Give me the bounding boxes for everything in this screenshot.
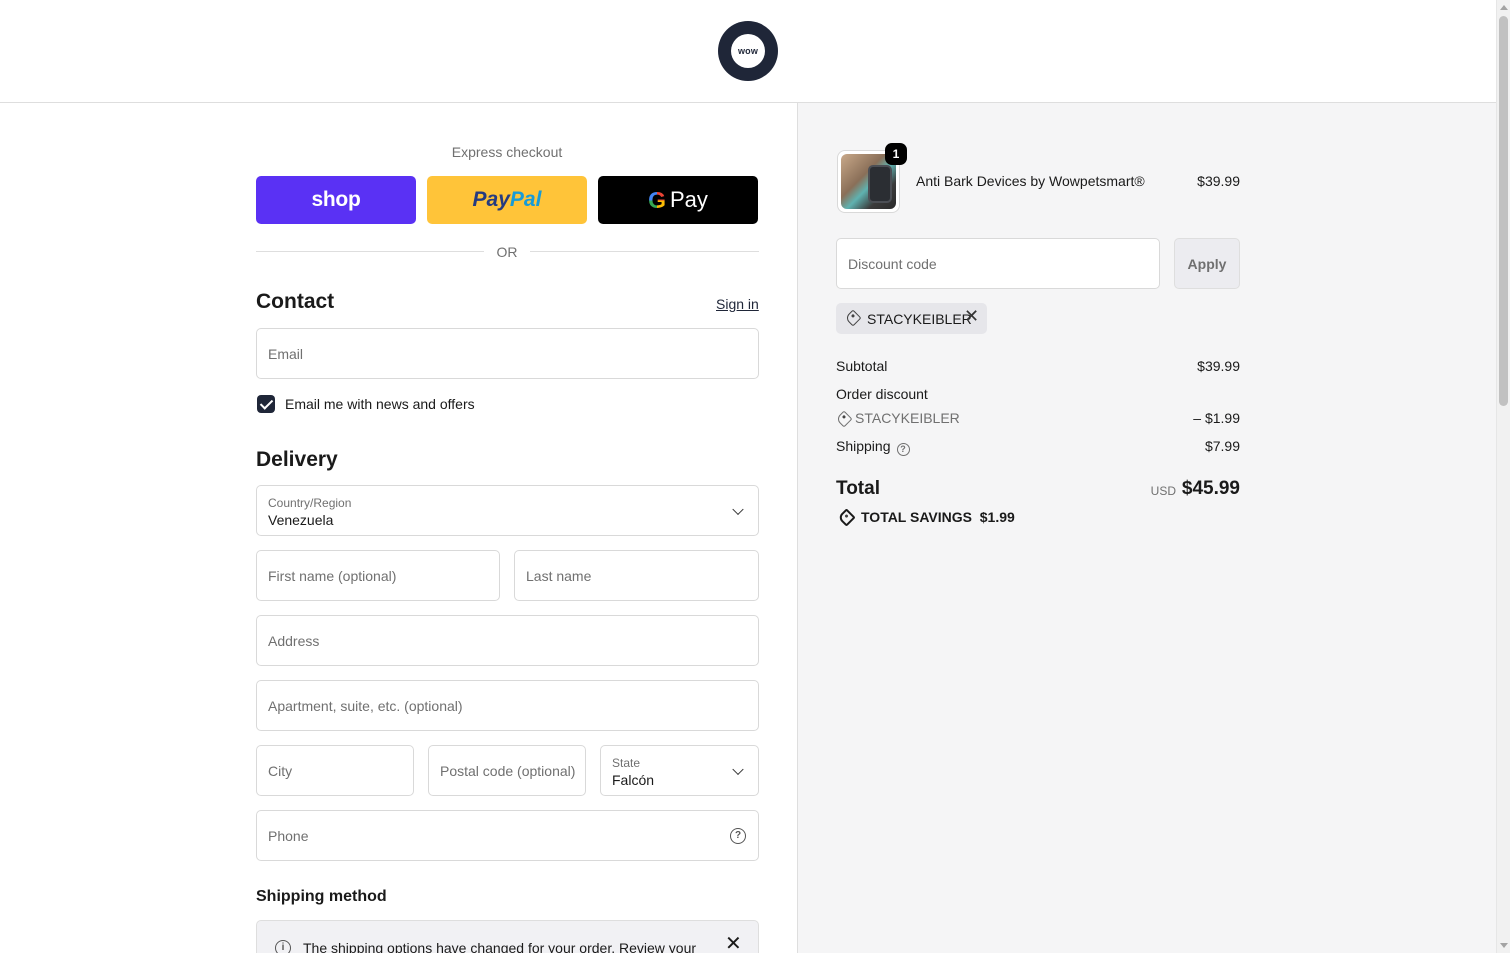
google-g-icon: G bbox=[648, 186, 666, 213]
product-name: Anti Bark Devices by Wowpetsmart® bbox=[916, 173, 1145, 189]
google-pay-button[interactable]: G Pay bbox=[598, 176, 758, 224]
address-placeholder: Address bbox=[268, 632, 320, 649]
savings-label: TOTAL SAVINGS bbox=[861, 509, 972, 525]
paypal-button[interactable]: Pay Pal bbox=[427, 176, 587, 224]
first-name-field[interactable]: First name (optional) bbox=[256, 550, 500, 601]
apartment-field[interactable]: Apartment, suite, etc. (optional) bbox=[256, 680, 759, 731]
total-label: Total bbox=[836, 478, 880, 499]
shipping-row: Shipping? bbox=[836, 438, 910, 456]
paypal-label-part1: Pay bbox=[472, 188, 510, 211]
discount-code-field[interactable]: Discount code bbox=[836, 238, 1160, 289]
savings-value: $1.99 bbox=[979, 509, 1015, 525]
store-logo[interactable]: wow bbox=[718, 21, 778, 81]
question-circle-icon[interactable]: ? bbox=[896, 443, 910, 456]
email-placeholder: Email bbox=[268, 345, 304, 362]
state-value: Falcón bbox=[612, 772, 655, 788]
order-summary-panel bbox=[797, 103, 1496, 953]
or-divider-left bbox=[256, 251, 484, 252]
postal-code-placeholder: Postal code (optional) bbox=[440, 762, 576, 779]
country-select[interactable]: Country/Region Venezuela bbox=[256, 485, 759, 536]
last-name-placeholder: Last name bbox=[526, 567, 592, 584]
shop-pay-button[interactable]: shop bbox=[256, 176, 416, 224]
shipping-method-heading: Shipping method bbox=[256, 888, 387, 905]
total-savings: TOTAL SAVINGS $1.99 bbox=[861, 509, 1015, 525]
shop-pay-label: shop bbox=[311, 188, 361, 211]
or-divider-label: OR bbox=[496, 244, 518, 260]
scroll-down-icon[interactable] bbox=[1500, 943, 1508, 948]
phone-field[interactable]: Phone ? bbox=[256, 810, 759, 861]
apply-discount-button[interactable]: Apply bbox=[1174, 238, 1240, 289]
chevron-down-icon bbox=[732, 503, 744, 515]
contact-heading: Contact bbox=[256, 290, 335, 313]
city-placeholder: City bbox=[268, 762, 293, 779]
newsletter-checkbox[interactable] bbox=[257, 395, 275, 413]
tag-icon bbox=[844, 309, 862, 327]
quantity-badge: 1 bbox=[885, 143, 907, 165]
country-value: Venezuela bbox=[268, 512, 334, 528]
express-checkout-label: Express checkout bbox=[451, 144, 563, 160]
logo-text: wow bbox=[731, 34, 765, 68]
product-device-shape bbox=[868, 165, 892, 203]
close-icon[interactable]: ✕ bbox=[725, 934, 742, 953]
discount-value: – $1.99 bbox=[1193, 410, 1240, 426]
or-divider-right bbox=[530, 251, 759, 252]
first-name-placeholder: First name (optional) bbox=[268, 567, 397, 584]
discount-code-placeholder: Discount code bbox=[848, 255, 937, 272]
notice-text: The shipping options have changed for yo… bbox=[303, 940, 697, 953]
scroll-up-icon[interactable] bbox=[1500, 5, 1508, 10]
discount-code-label: STACYKEIBLER bbox=[855, 410, 960, 426]
newsletter-label: Email me with news and offers bbox=[285, 396, 475, 412]
shipping-label: Shipping bbox=[836, 438, 891, 454]
question-circle-icon[interactable]: ? bbox=[730, 827, 746, 844]
page-scrollbar[interactable] bbox=[1496, 0, 1510, 953]
state-label: State bbox=[612, 756, 641, 770]
header: wow bbox=[0, 0, 1496, 103]
applied-code-text: STACYKEIBLER bbox=[867, 311, 972, 327]
apply-label: Apply bbox=[1187, 255, 1227, 272]
delivery-heading: Delivery bbox=[256, 448, 338, 471]
applied-discount-chip: STACYKEIBLER ✕ bbox=[836, 303, 987, 334]
info-icon: i bbox=[275, 940, 291, 953]
postal-code-field[interactable]: Postal code (optional) bbox=[428, 745, 586, 796]
remove-discount-icon[interactable]: ✕ bbox=[964, 307, 979, 325]
address-field[interactable]: Address bbox=[256, 615, 759, 666]
email-field[interactable]: Email bbox=[256, 328, 759, 379]
google-pay-label: Pay bbox=[669, 187, 708, 212]
state-select[interactable]: State Falcón bbox=[600, 745, 759, 796]
subtotal-label: Subtotal bbox=[836, 358, 888, 374]
last-name-field[interactable]: Last name bbox=[514, 550, 759, 601]
sign-in-link[interactable]: Sign in bbox=[716, 296, 759, 312]
apartment-placeholder: Apartment, suite, etc. (optional) bbox=[268, 697, 463, 714]
scroll-thumb[interactable] bbox=[1499, 16, 1508, 406]
shipping-value: $7.99 bbox=[1204, 438, 1240, 454]
order-discount-label: Order discount bbox=[836, 386, 928, 402]
chevron-down-icon bbox=[732, 763, 744, 775]
shipping-change-notice: i The shipping options have changed for … bbox=[256, 920, 759, 953]
paypal-label-part2: Pal bbox=[509, 188, 542, 211]
city-field[interactable]: City bbox=[256, 745, 414, 796]
phone-placeholder: Phone bbox=[268, 827, 309, 844]
country-label: Country/Region bbox=[268, 496, 352, 510]
product-price: $39.99 bbox=[1197, 173, 1240, 189]
total-value: $45.99 bbox=[1181, 478, 1240, 499]
subtotal-value: $39.99 bbox=[1197, 358, 1240, 374]
